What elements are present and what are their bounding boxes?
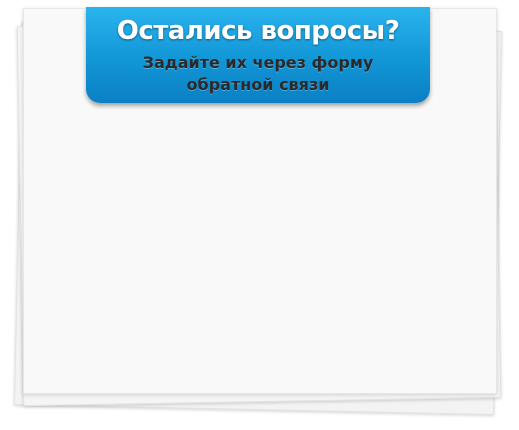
banner-subtitle-line-2: обратной связи: [186, 75, 330, 94]
feedback-card: Остались вопросы? Задайте их через форму…: [0, 0, 519, 430]
banner-subtitle: Задайте их через форму обратной связи: [86, 52, 430, 96]
questions-banner: Остались вопросы? Задайте их через форму…: [86, 7, 430, 103]
banner-subtitle-line-1: Задайте их через форму: [142, 53, 374, 72]
banner-title: Остались вопросы?: [116, 16, 400, 46]
